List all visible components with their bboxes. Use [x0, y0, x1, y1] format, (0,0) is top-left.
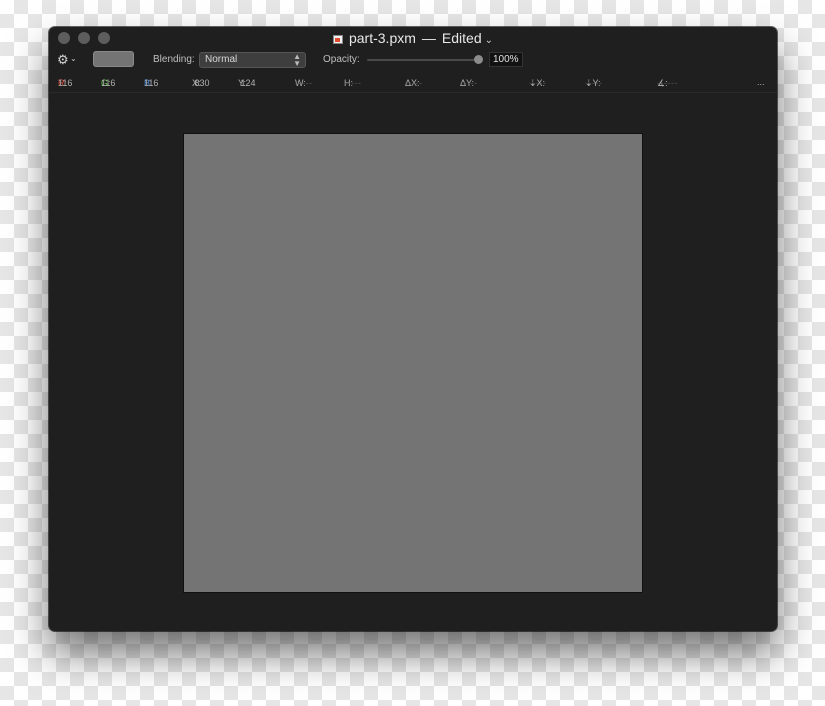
x-value: 830 — [194, 78, 210, 88]
title-separator: — — [421, 30, 436, 46]
window-title[interactable]: part-3.pxm — Edited ⌄ — [49, 30, 777, 49]
chevron-down-icon[interactable]: ⌄ — [485, 35, 493, 46]
delta-y-value: ----- — [460, 78, 478, 88]
title-bar: part-3.pxm — Edited ⌄ — [49, 27, 777, 49]
blending-select[interactable]: Normal ▲ ▼ — [199, 52, 306, 68]
document-window: part-3.pxm — Edited ⌄ ⚙ ⌄ Blending: Normal … — [49, 27, 777, 631]
blending-label: Blending: — [153, 54, 195, 65]
document-name: part-3.pxm — [348, 30, 416, 46]
x-readout: X: 830 — [192, 77, 210, 88]
up-down-arrows-icon: ▲ ▼ — [293, 52, 301, 68]
info-bar: R: 116 G: 116 B: 116 X: 830 Y: 124 W: ---… — [49, 76, 777, 93]
blending-value: Normal — [205, 54, 238, 65]
anchor-x-value: ----- — [529, 78, 547, 88]
anchor-y-value: ----- — [585, 78, 603, 88]
chevron-down-icon[interactable]: ⌄ — [70, 54, 77, 63]
opacity-slider[interactable] — [367, 59, 479, 61]
red-value: 116 — [58, 78, 73, 88]
opacity-slider-knob[interactable] — [474, 55, 483, 64]
width-value: ----- — [295, 78, 313, 88]
toolbar: ⚙ ⌄ Blending: Normal ▲ ▼ Opacity: 100% — [49, 49, 777, 71]
document-icon — [332, 35, 343, 44]
gear-icon[interactable]: ⚙ — [57, 53, 69, 66]
image-canvas[interactable] — [183, 133, 643, 593]
height-value: ----- — [344, 78, 362, 88]
opacity-input[interactable]: 100% — [489, 52, 523, 67]
color-swatch[interactable] — [93, 51, 134, 67]
y-readout: Y: 124 — [238, 77, 256, 88]
delta-x-value: ----- — [405, 78, 423, 88]
blue-value: 116 — [144, 78, 159, 88]
angle-value: ------ — [657, 78, 678, 88]
opacity-label: Opacity: — [323, 54, 360, 65]
more-button[interactable]: ... — [757, 77, 765, 87]
green-value: 116 — [101, 78, 116, 88]
edited-status: Edited — [441, 30, 482, 46]
y-value: 124 — [240, 78, 256, 88]
